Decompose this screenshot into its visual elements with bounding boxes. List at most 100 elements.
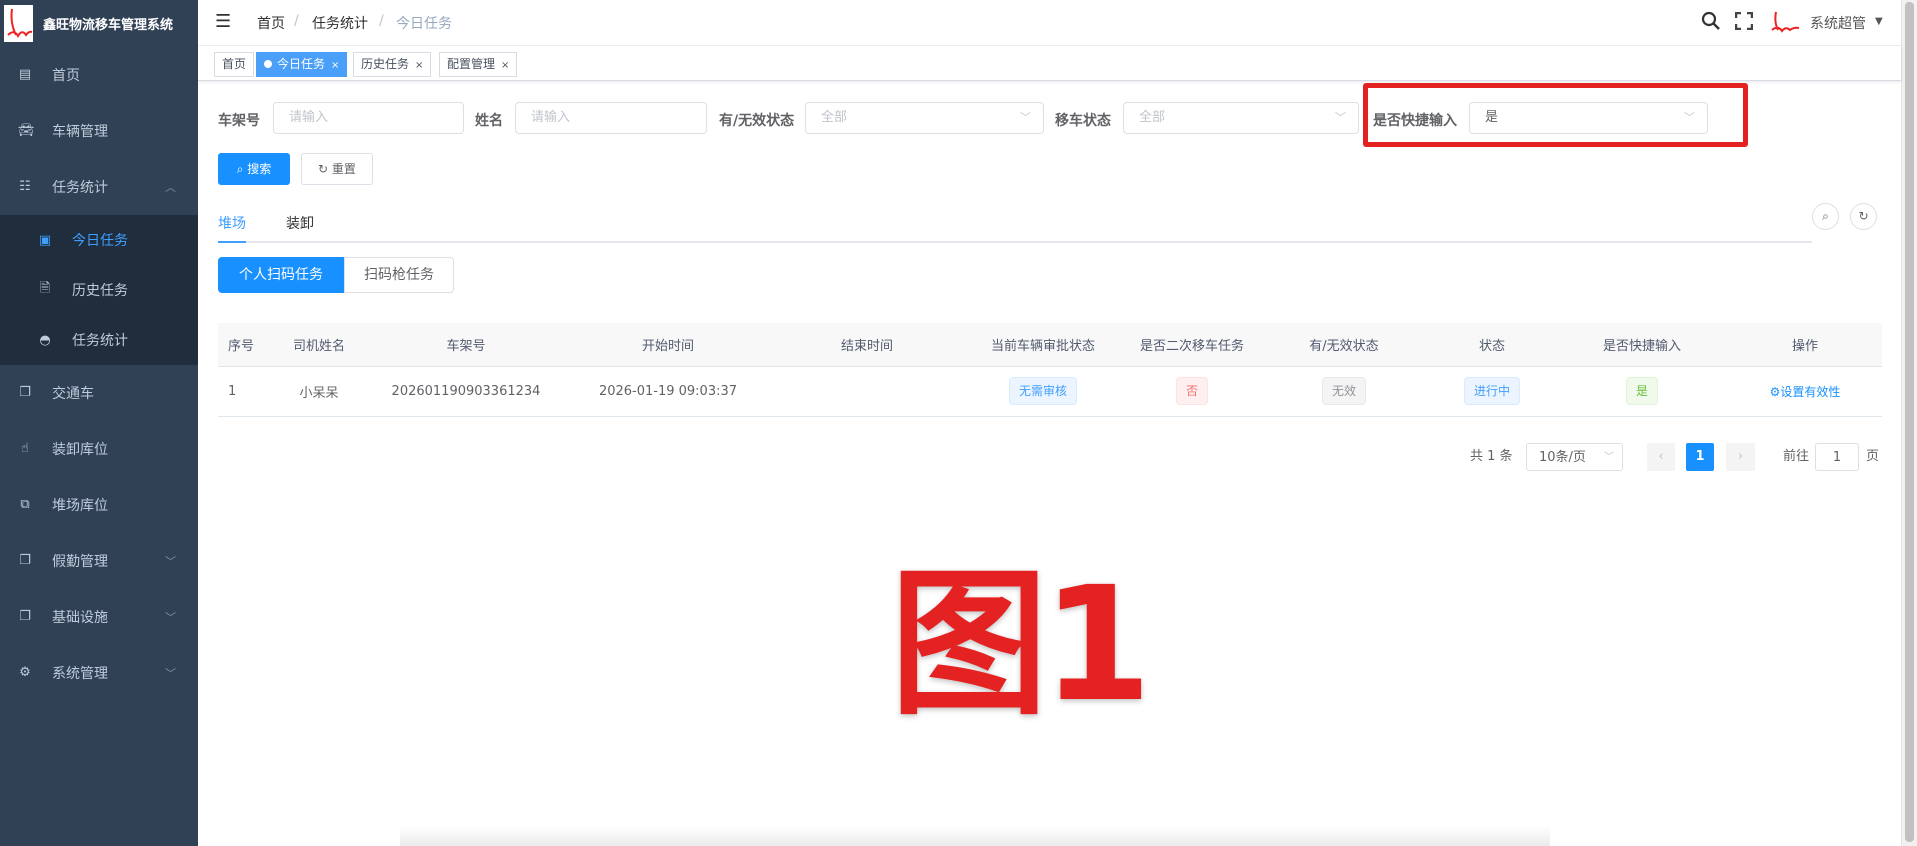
column-header: 有/无效状态 [1309,338,1379,354]
sidebar-item-label: 任务统计 [72,333,128,349]
hamburger-icon[interactable]: ☰ [215,11,231,32]
subtab-personal-scan[interactable]: 个人扫码任务 [218,257,344,293]
submenu-task-stats: ▣ 今日任务 🗎︎ 历史任务 ◓ 任务统计 [0,215,198,365]
close-icon[interactable]: × [501,60,509,71]
breadcrumb-current: 今日任务 [396,16,452,32]
goto-page-input[interactable]: 1 [1815,443,1859,471]
sidebar-item-label: 历史任务 [72,283,128,299]
settings-icon: ⚙ [1769,384,1781,399]
close-icon[interactable]: × [415,60,423,71]
history-doc-icon: 🗎︎ [39,281,51,296]
copy-icon: ❐ [19,385,31,400]
subtab-scanner-gun[interactable]: 扫码枪任务 [344,257,454,293]
page-size-select[interactable]: 10条/页 ﹀ [1526,443,1623,471]
refresh-button[interactable]: ↻ [1850,203,1877,230]
cell-second: 否 [1124,366,1260,416]
search-icon: ⌕ [236,162,248,176]
scrollbar[interactable] [1901,0,1917,846]
user-avatar[interactable] [1770,10,1800,34]
chevron-left-icon: ‹ [1658,449,1664,464]
page-1-button[interactable]: 1 [1686,443,1714,471]
app-title: 鑫旺物流移车管理系统 [43,18,174,33]
column-header: 当前车辆审批状态 [990,338,1095,354]
logo [4,5,33,42]
tag-today-tasks[interactable]: 今日任务 × [256,52,348,77]
name-input[interactable]: 请输入 [515,102,707,134]
username[interactable]: 系统超管 [1810,13,1866,33]
pagination-total: 共 1 条 [1470,449,1513,464]
move-status-select[interactable]: 全部 ﹀ [1123,102,1359,134]
tag-home[interactable]: 首页 [214,52,255,77]
sidebar-item-home[interactable]: ▤ 首页 [0,47,198,103]
sidebar-item-label: 今日任务 [72,233,128,249]
sidebar-item-task-statistics[interactable]: ◓ 任务统计 [0,315,198,365]
button-label: 搜索 [247,162,272,176]
column-header: 状态 [1478,338,1505,354]
cell-no: 1 [228,383,237,399]
set-validity-link[interactable]: ⚙设置有效性 [1770,385,1841,399]
close-icon[interactable]: × [331,60,339,71]
next-page-button[interactable]: › [1726,443,1755,471]
button-label: 重置 [331,162,356,176]
tag-label: 历史任务 [361,57,410,71]
reset-button[interactable]: ↻ 重置 [301,153,373,185]
figure-annotation: 图1 [883,553,1159,737]
cell-status: 进行中 [1428,366,1556,416]
bottom-shadow [400,826,1550,846]
sidebar-item-loading-bays[interactable]: ☝︎ 装卸库位 [0,421,198,477]
refresh-icon: ↻ [1858,209,1869,223]
logo-row: 鑫旺物流移车管理系统 [0,0,198,47]
tab-yard[interactable]: 堆场 [218,213,246,233]
cell-valid: 无效 [1260,366,1428,416]
fullscreen-icon[interactable] [1735,12,1753,30]
search-icon[interactable] [1701,11,1721,31]
tag-label: 首页 [222,57,247,71]
frame-no-label: 车架号 [218,113,260,129]
select-value: 全部 [1139,110,1166,125]
prev-page-button[interactable]: ‹ [1647,443,1675,471]
sidebar-item-system[interactable]: ⚙ 系统管理 ﹀ [0,645,198,701]
copy-icon: ❐ [19,609,31,624]
breadcrumb-task-stats[interactable]: 任务统计 [312,13,368,33]
chevron-down-icon: ﹀ [1335,111,1346,124]
tag-config[interactable]: 配置管理 × [439,52,518,77]
sidebar-item-vehicles[interactable]: 🚘︎ 车辆管理 [0,103,198,159]
sidebar-item-label: 装卸库位 [52,442,108,458]
link-label: 设置有效性 [1780,384,1841,399]
active-dot [264,60,272,68]
sidebar-item-leave[interactable]: ❐ 假勤管理 ﹀ [0,533,198,589]
toggle-search-button[interactable]: ⌕ [1812,203,1839,230]
tag-label: 配置管理 [447,57,496,71]
breadcrumb-home[interactable]: 首页 [257,13,285,33]
car-icon: 🚘︎ [18,123,35,138]
sidebar-item-task-stats[interactable]: ☷ 任务统计 ︿ [0,159,198,215]
sidebar-item-shuttle[interactable]: ❐ 交通车 [0,365,198,421]
table-header-row: 序号 司机姓名 车架号 开始时间 结束时间 当前车辆审批状态 是否二次移车任务 有/无效状态 状… [218,323,1882,366]
chevron-down-icon: ﹀ [1020,111,1031,124]
sidebar-item-label: 首页 [52,68,80,84]
sidebar-item-label: 假勤管理 [52,554,108,570]
tasks-table: 序号 司机姓名 车架号 开始时间 结束时间 当前车辆审批状态 是否二次移车任务 有/无效状态 状… [218,323,1882,417]
frame-no-input[interactable]: 请输入 [273,102,464,134]
search-button[interactable]: ⌕ 搜索 [218,153,290,185]
sidebar-item-today-tasks[interactable]: ▣ 今日任务 [0,215,198,265]
sidebar-item-yard-bays[interactable]: ⧉ 堆场库位 [0,477,198,533]
hand-icon: ☝︎ [21,441,29,456]
chevron-down-icon: ﹀ [1604,452,1614,463]
sidebar-item-label: 基础设施 [52,610,108,626]
select-value: 10条/页 [1539,450,1586,465]
tag-history-tasks[interactable]: 历史任务 × [353,52,432,77]
select-value: 全部 [821,110,848,125]
breadcrumb-separator: / [379,13,384,29]
sidebar-item-label: 堆场库位 [52,498,108,514]
clipboard-icon: ▣ [38,232,52,248]
caret-down-icon[interactable]: ▼ [1875,16,1883,27]
valid-status-select[interactable]: 全部 ﹀ [805,102,1044,134]
sidebar-item-infrastructure[interactable]: ❐ 基础设施 ﹀ [0,589,198,645]
tree-icon: ☷ [19,179,31,194]
status-badge: 进行中 [1463,377,1520,405]
tab-loading[interactable]: 装卸 [286,213,314,233]
column-header: 开始时间 [641,338,694,354]
name-label: 姓名 [475,113,503,129]
sidebar-item-history-tasks[interactable]: 🗎︎ 历史任务 [0,265,198,315]
